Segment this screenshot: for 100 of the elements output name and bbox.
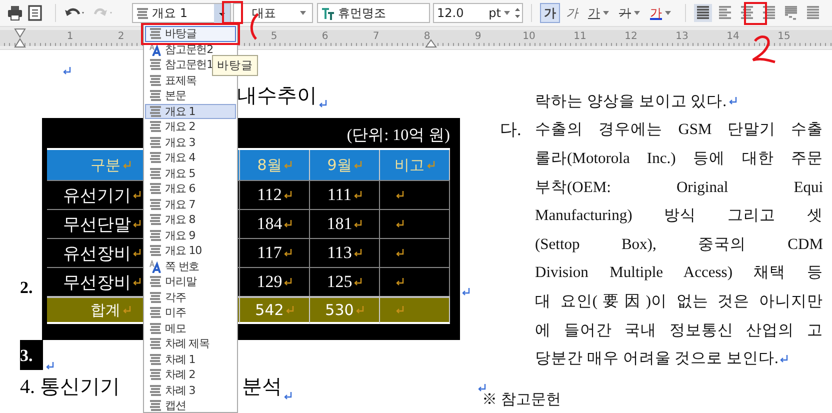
paragraph-style-icon (149, 322, 162, 335)
table-cell: 112 (240, 180, 310, 209)
table-cell: 111 (310, 180, 380, 209)
annotation-scribble (752, 36, 776, 64)
style-option[interactable]: 차례 제목 (145, 336, 236, 352)
paragraph-style-icon (149, 306, 162, 320)
return-mark-icon (354, 249, 362, 257)
ruler-number: 7 (372, 31, 380, 42)
align-left-icon[interactable] (716, 4, 734, 22)
paragraph-line: Manufacturing) 방식 그리고 셋 (535, 206, 823, 226)
return-mark-icon (396, 249, 404, 257)
return-mark-icon (133, 249, 141, 257)
size-unit: pt (488, 6, 501, 20)
bold-button[interactable]: 가 (540, 3, 560, 23)
return-mark-icon (284, 161, 292, 169)
right-indent-icon[interactable] (425, 39, 437, 48)
italic-button[interactable]: 가 (562, 3, 582, 23)
reference-heading: ※ 참고문헌 (481, 390, 562, 409)
font-field[interactable]: 휴먼명조 (317, 3, 430, 23)
paragraph-style-icon (149, 120, 162, 134)
section-heading: 내수추이 (237, 82, 317, 108)
paragraph-line: 수출의 경우에는 GSM 단말기 수출 (535, 120, 823, 140)
character-style-icon (149, 42, 162, 56)
return-mark-icon (426, 161, 434, 169)
style-option[interactable]: 캡션 (145, 398, 236, 412)
align-divide-icon[interactable] (804, 4, 822, 22)
paragraph-style-icon (149, 104, 162, 118)
return-mark-icon (63, 67, 71, 75)
return-mark-icon (462, 288, 470, 296)
style-option[interactable]: 개요 2 (145, 119, 236, 134)
return-mark-icon (284, 392, 292, 400)
section-heading: 분석 (242, 375, 282, 400)
font-icon (321, 6, 335, 20)
ruler-number: 13 (676, 31, 688, 42)
paragraph-style-icon (149, 399, 162, 412)
language-value: 대표 (252, 4, 276, 22)
strikeout-button[interactable]: 가 (615, 3, 644, 23)
paragraph-line: 대 요인(要因)이 없는 것은 아니지만 (535, 292, 823, 312)
style-option[interactable]: 차례 2 (145, 367, 236, 382)
return-mark-icon (284, 220, 292, 228)
ruler-number: 5 (270, 31, 278, 42)
return-mark-icon (284, 191, 292, 199)
paragraph-style-icon (149, 290, 162, 304)
align-distribute-icon[interactable] (782, 4, 800, 22)
style-option[interactable]: 본문 (145, 88, 236, 104)
ruler-number: 15 (778, 31, 790, 42)
paragraph-style-icon (136, 6, 149, 20)
style-field[interactable]: 개요 1 (132, 3, 231, 23)
paragraph-style-icon (149, 74, 162, 87)
return-mark-icon (356, 306, 364, 314)
ruler-number: 14 (726, 31, 740, 42)
paragraph-style-icon (149, 182, 162, 196)
column-header: 9월 (310, 150, 380, 180)
style-option[interactable]: 차례 3 (145, 382, 236, 398)
font-value: 휴먼명조 (338, 4, 386, 22)
paragraph-style-icon (149, 228, 162, 242)
align-center-icon[interactable] (738, 4, 756, 22)
table-cell: 117 (240, 238, 310, 267)
style-option[interactable]: 바탕글 (145, 26, 236, 42)
list-marker: 다. (500, 120, 522, 140)
paragraph-style-icon (149, 198, 162, 211)
return-mark-icon (286, 306, 294, 314)
style-option[interactable]: 개요 1 (145, 104, 236, 119)
align-justify-icon[interactable] (694, 4, 712, 22)
paragraph-style-icon (149, 136, 162, 149)
section-heading: 4. 통신기기 (20, 375, 120, 400)
table-cell: 181 (310, 209, 380, 238)
size-field[interactable]: 12.0 pt (433, 3, 523, 23)
style-option[interactable]: 개요 3 (145, 134, 236, 150)
annotation-box (744, 2, 767, 25)
return-mark-icon (319, 100, 327, 108)
paragraph-style-icon (149, 384, 162, 397)
paragraph-line: 부착(OEM: Original Equi (535, 178, 823, 198)
total-cell: 530 (310, 296, 380, 324)
print-icon[interactable] (7, 5, 23, 21)
unit-caption: (단위: 10억 원) (346, 126, 450, 146)
paragraph-style-icon (149, 275, 162, 288)
align-right-icon[interactable] (760, 4, 778, 22)
return-mark-icon (284, 249, 292, 257)
return-mark-icon (284, 278, 292, 286)
return-mark-icon (478, 384, 486, 392)
color-button[interactable]: 가 (646, 3, 675, 23)
style-option[interactable]: 차례 1 (145, 352, 236, 367)
preview-icon[interactable] (27, 5, 43, 21)
tooltip: 바탕글 (212, 55, 258, 76)
return-mark-icon (354, 191, 362, 199)
paragraph-style-icon (149, 337, 162, 350)
column-header: 비고 (380, 150, 450, 180)
ruler-number: 8 (424, 31, 430, 42)
ruler-number: 12 (624, 31, 638, 42)
ruler-number: 10 (522, 31, 536, 42)
style-value: 개요 1 (152, 4, 188, 22)
paragraph-style-icon (149, 151, 162, 164)
underline-button[interactable]: 가 (584, 3, 613, 23)
caret-icon (665, 11, 671, 15)
return-mark-icon (354, 161, 362, 169)
language-field[interactable]: 대표 (233, 3, 313, 23)
return-mark-icon (396, 191, 404, 199)
paragraph-style-icon (149, 244, 162, 258)
indent-marker-icon[interactable] (14, 28, 26, 48)
